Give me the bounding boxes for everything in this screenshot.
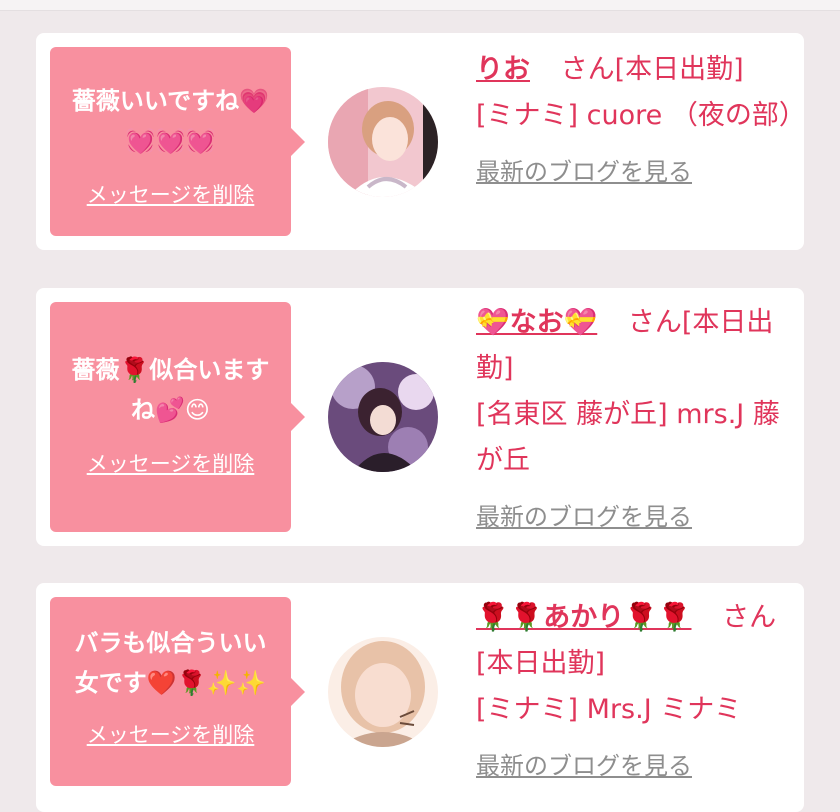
message-text: バラも似合ういい 女です❤️🌹✨✨ <box>74 629 267 697</box>
avatar-photo <box>328 362 438 472</box>
shop-name: [ミナミ] cuore （夜の部） <box>476 100 806 131</box>
latest-blog-link[interactable]: 最新のブログを見る <box>476 149 796 195</box>
delete-message-link[interactable]: メッセージを削除 <box>87 719 255 749</box>
top-divider <box>0 0 840 11</box>
latest-blog-link[interactable]: 最新のブログを見る <box>476 743 796 789</box>
avatar[interactable] <box>328 362 438 472</box>
avatar-photo <box>328 87 438 197</box>
shop-name: [名東区 藤が丘] mrs.J 藤が丘 <box>476 399 780 476</box>
message-bubble: 薔薇🌹似合います ね💕😊 メッセージを削除 <box>50 302 305 532</box>
message-bubble: バラも似合ういい 女です❤️🌹✨✨ メッセージを削除 <box>50 597 305 786</box>
cast-name-link[interactable]: 💝なお💝 <box>476 307 597 338</box>
cast-name-link[interactable]: りお <box>476 54 530 85</box>
avatar[interactable] <box>328 87 438 197</box>
message-bubble: 薔薇いいですね💗 💓💓💓 メッセージを削除 <box>50 47 305 236</box>
message-text: 薔薇🌹似合います ね💕😊 <box>71 356 270 424</box>
cast-info: 🌹🌹あかり🌹🌹 さん[本日出勤] [ミナミ] Mrs.J ミナミ 最新のブログを… <box>476 595 796 789</box>
cast-info: 💝なお💝 さん[本日出勤] [名東区 藤が丘] mrs.J 藤が丘 最新のブログ… <box>476 300 796 540</box>
cast-name-link[interactable]: 🌹🌹あかり🌹🌹 <box>476 602 691 633</box>
message-card: バラも似合ういい 女です❤️🌹✨✨ メッセージを削除 🌹🌹あかり🌹🌹 さん[本日… <box>36 583 804 812</box>
cast-info: りお さん[本日出勤] [ミナミ] cuore （夜の部） 最新のブログを見る <box>476 47 806 195</box>
message-card: 薔薇🌹似合います ね💕😊 メッセージを削除 💝なお💝 さん[本日出勤] [名東区… <box>36 288 804 546</box>
avatar-photo <box>328 637 438 747</box>
latest-blog-link[interactable]: 最新のブログを見る <box>476 494 796 540</box>
cast-status: さん[本日出勤] <box>560 54 744 85</box>
message-card: 薔薇いいですね💗 💓💓💓 メッセージを削除 りお さん[本日出勤] [ミナミ] … <box>36 33 806 250</box>
shop-name: [ミナミ] Mrs.J ミナミ <box>476 694 742 725</box>
avatar[interactable] <box>328 637 438 747</box>
delete-message-link[interactable]: メッセージを削除 <box>87 179 255 209</box>
message-text: 薔薇いいですね💗 💓💓💓 <box>71 87 270 155</box>
delete-message-link[interactable]: メッセージを削除 <box>87 448 255 478</box>
